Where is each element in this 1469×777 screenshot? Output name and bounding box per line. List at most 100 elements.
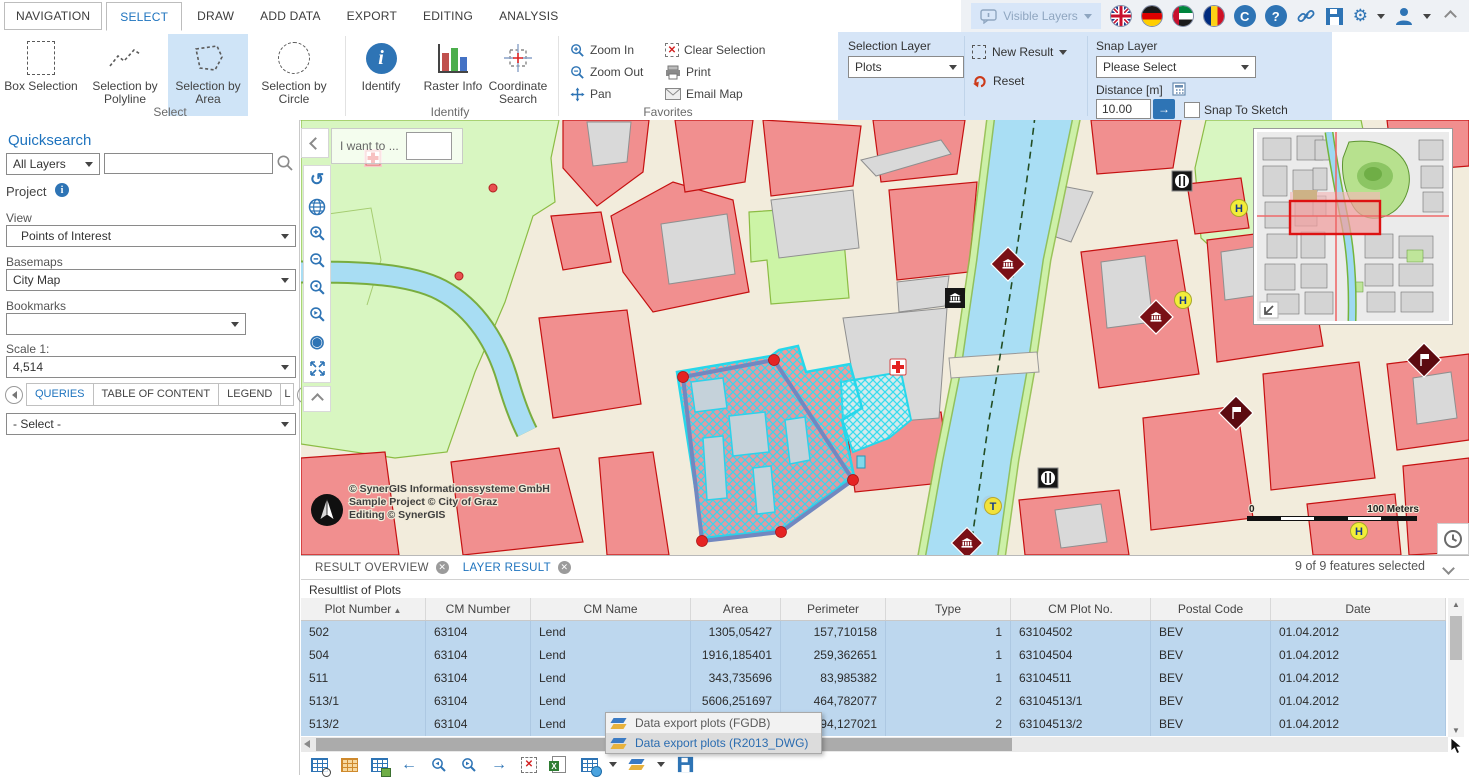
- collapse-ribbon-icon[interactable]: [1444, 10, 1457, 23]
- scroll-up-icon[interactable]: ▲: [1452, 600, 1460, 609]
- project-info-icon[interactable]: i: [55, 183, 69, 197]
- close-icon[interactable]: ✕: [436, 561, 449, 574]
- print-button[interactable]: Print: [665, 62, 711, 82]
- vscroll-thumb[interactable]: [1450, 616, 1462, 660]
- vertical-scrollbar[interactable]: ▲ ▼: [1448, 598, 1464, 737]
- scroll-left-icon[interactable]: [304, 740, 310, 748]
- snap-layer-dropdown[interactable]: Please Select: [1096, 56, 1256, 78]
- overview-map[interactable]: [1253, 128, 1453, 325]
- sidebar-tab-legend[interactable]: LEGEND: [219, 383, 281, 406]
- tabs-scroll-left-icon[interactable]: [5, 386, 23, 404]
- selection-by-circle-button[interactable]: Selection by Circle: [252, 34, 336, 116]
- table-image-icon[interactable]: [369, 755, 389, 775]
- raster-info-button[interactable]: Raster Info: [418, 34, 488, 116]
- center-map-icon[interactable]: ◉: [304, 328, 330, 355]
- scale-dropdown[interactable]: 4,514: [6, 356, 296, 378]
- table-row[interactable]: 50463104Lend1916,185401259,3626511631045…: [301, 644, 1446, 667]
- zoom-next-icon[interactable]: [459, 755, 479, 775]
- flag-uae-icon[interactable]: [1172, 5, 1194, 27]
- menu-tab-draw[interactable]: DRAW: [184, 0, 247, 31]
- pan-button[interactable]: Pan: [570, 84, 611, 104]
- map-toolbar-collapse-icon[interactable]: [303, 386, 331, 412]
- flag-uk-icon[interactable]: [1110, 5, 1132, 27]
- clear-selection-button[interactable]: ✕Clear Selection: [665, 40, 765, 60]
- data-export-icon[interactable]: [627, 755, 647, 775]
- horizontal-scrollbar[interactable]: [301, 737, 1448, 752]
- table-row[interactable]: 513/163104Lend5606,251697464,78207726310…: [301, 690, 1446, 713]
- column-header-date[interactable]: Date: [1271, 598, 1446, 620]
- column-header-cm-name[interactable]: CM Name: [531, 598, 691, 620]
- box-selection-button[interactable]: Box Selection: [2, 34, 80, 116]
- globe-full-extent-icon[interactable]: [304, 193, 330, 220]
- visible-layers-button[interactable]: Visible Layers: [971, 3, 1100, 29]
- user-icon[interactable]: [1394, 6, 1414, 26]
- scroll-down-icon[interactable]: ▼: [1452, 726, 1460, 735]
- link-icon[interactable]: [1296, 6, 1316, 26]
- settings-caret-icon[interactable]: [1377, 14, 1385, 19]
- zoom-in-button[interactable]: Zoom In: [570, 40, 634, 60]
- menu-tab-navigation[interactable]: NAVIGATION: [4, 2, 102, 30]
- user-caret-icon[interactable]: [1423, 14, 1431, 19]
- column-header-plot-number[interactable]: Plot Number ▲: [301, 598, 426, 620]
- overview-extent-rect[interactable]: [1290, 201, 1380, 234]
- reset-button[interactable]: Reset: [972, 73, 1024, 88]
- crescent-logo-icon[interactable]: C: [1234, 5, 1256, 27]
- column-header-area[interactable]: Area: [691, 598, 781, 620]
- zoom-in-icon[interactable]: [304, 220, 330, 247]
- excel-export-icon[interactable]: X: [549, 755, 569, 775]
- menu-tab-add-data[interactable]: ADD DATA: [247, 0, 334, 31]
- sidebar-tab-queries[interactable]: QUERIES: [26, 383, 94, 406]
- full-extent-arrows-icon[interactable]: [304, 355, 330, 382]
- query-select-dropdown[interactable]: - Select -: [6, 413, 296, 435]
- selection-by-polyline-button[interactable]: Selection by Polyline: [84, 34, 166, 116]
- quicksearch-layer-dropdown[interactable]: All Layers: [6, 153, 100, 175]
- i-want-to-button[interactable]: [406, 132, 452, 160]
- column-header-perimeter[interactable]: Perimeter: [781, 598, 886, 620]
- column-header-type[interactable]: Type: [886, 598, 1011, 620]
- time-slider-clock-icon[interactable]: [1437, 523, 1469, 555]
- zoom-previous-icon[interactable]: [429, 755, 449, 775]
- apply-distance-button[interactable]: →: [1153, 99, 1175, 119]
- menu-tab-select[interactable]: SELECT: [106, 2, 182, 31]
- help-icon[interactable]: ?: [1265, 5, 1287, 27]
- next-extent-icon[interactable]: [304, 301, 330, 328]
- column-header-postal-code[interactable]: Postal Code: [1151, 598, 1271, 620]
- selection-by-area-button[interactable]: Selection by Area: [168, 34, 248, 116]
- next-result-icon[interactable]: →: [489, 755, 509, 775]
- tab-result-overview[interactable]: RESULT OVERVIEW ✕: [315, 561, 449, 574]
- sidebar-collapse-button[interactable]: [301, 128, 329, 158]
- quicksearch-input[interactable]: [104, 153, 273, 174]
- snap-to-sketch-checkbox[interactable]: [1184, 102, 1200, 118]
- column-header-cm-number[interactable]: CM Number: [426, 598, 531, 620]
- close-icon[interactable]: ✕: [558, 561, 571, 574]
- zoom-out-button[interactable]: Zoom Out: [570, 62, 643, 82]
- tab-layer-result[interactable]: LAYER RESULT ✕: [463, 561, 571, 574]
- table-row[interactable]: 513/263104Lend94,127021263104513/2BEV01.…: [301, 713, 1446, 736]
- table-row[interactable]: 50263104Lend1305,05427157,71015816310450…: [301, 621, 1446, 644]
- view-dropdown[interactable]: Points of Interest: [6, 225, 296, 247]
- menu-tab-analysis[interactable]: ANALYSIS: [486, 0, 571, 31]
- column-header-cm-plot-no-[interactable]: CM Plot No.: [1011, 598, 1151, 620]
- refresh-icon[interactable]: ↺: [304, 166, 330, 193]
- flag-germany-icon[interactable]: [1141, 5, 1163, 27]
- context-menu-item[interactable]: Data export plots (R2013_DWG): [606, 733, 821, 753]
- zoom-out-icon[interactable]: [304, 247, 330, 274]
- previous-extent-icon[interactable]: [304, 274, 330, 301]
- table-row[interactable]: 51163104Lend343,73569683,985382163104511…: [301, 667, 1446, 690]
- menu-tab-export[interactable]: EXPORT: [334, 0, 410, 31]
- settings-gear-icon[interactable]: ⚙: [1353, 6, 1368, 26]
- email-map-button[interactable]: Email Map: [665, 84, 743, 104]
- zoom-to-result-icon[interactable]: [309, 755, 329, 775]
- identify-button[interactable]: i Identify: [350, 34, 412, 116]
- remove-selection-icon[interactable]: ✕: [519, 755, 539, 775]
- menu-tab-editing[interactable]: EDITING: [410, 0, 486, 31]
- save-icon[interactable]: [1325, 7, 1344, 26]
- search-icon[interactable]: [276, 154, 294, 172]
- map-canvas[interactable]: H H H T © SynerGIS Informationssysteme G…: [301, 120, 1469, 555]
- show-table-icon[interactable]: [339, 755, 359, 775]
- basemaps-dropdown[interactable]: City Map: [6, 269, 296, 291]
- bookmarks-dropdown[interactable]: [6, 313, 246, 335]
- data-export-icon-caret[interactable]: [657, 762, 665, 767]
- selection-layer-dropdown[interactable]: Plots: [848, 56, 964, 78]
- save-result-icon[interactable]: [675, 755, 695, 775]
